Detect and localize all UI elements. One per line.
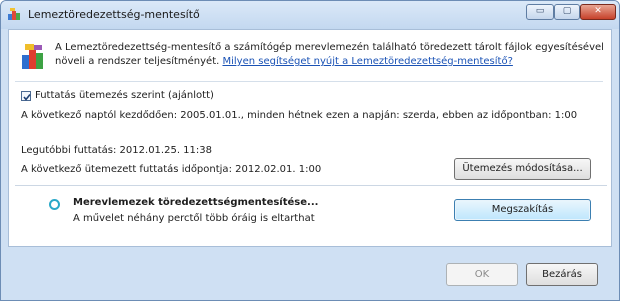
defrag-window: Lemeztöredezettség-mentesítő ▭ ▢ ✕ A Lem… [0, 0, 620, 301]
checkmark-icon [23, 93, 31, 101]
schedule-description: A következő naptól kezdődően: 2005.01.01… [21, 110, 578, 121]
help-link[interactable]: Milyen segítséget nyújt a Lemeztöredezet… [222, 56, 512, 67]
minimize-button[interactable]: ▭ [526, 4, 554, 20]
defrag-large-icon [22, 44, 43, 69]
progress-spinner-icon [49, 199, 60, 210]
description: A Lemeztöredezettség-mentesítő a számító… [55, 41, 605, 69]
defrag-app-icon [8, 8, 20, 20]
modify-schedule-button[interactable]: Ütemezés módosítása... [454, 158, 591, 180]
maximize-button[interactable]: ▢ [554, 4, 580, 20]
task-subtitle: A művelet néhány perctől több óráig is e… [73, 213, 315, 224]
content-panel: A Lemeztöredezettség-mentesítő a számító… [8, 29, 612, 247]
next-run-text: A következő ütemezett futtatás időpontja… [21, 164, 322, 175]
schedule-checkbox-label: Futtatás ütemezés szerint (ajánlott) [35, 90, 214, 101]
task-title: Merevlemezek töredezettségmentesítése... [73, 197, 319, 208]
schedule-checkbox[interactable] [21, 90, 31, 101]
close-window-button[interactable]: ✕ [580, 4, 616, 20]
last-run-text: Legutóbbi futtatás: 2012.01.25. 11:38 [21, 145, 212, 156]
maximize-icon: ▢ [562, 6, 572, 16]
close-button[interactable]: Bezárás [526, 263, 598, 286]
divider [15, 185, 607, 186]
schedule-checkbox-row[interactable]: Futtatás ütemezés szerint (ajánlott) [21, 90, 214, 101]
window-title: Lemeztöredezettség-mentesítő [28, 8, 200, 21]
minimize-icon: ▭ [535, 6, 545, 16]
title-bar[interactable]: Lemeztöredezettség-mentesítő ▭ ▢ ✕ [1, 1, 619, 29]
stop-button[interactable]: Megszakítás [454, 199, 591, 221]
separator [15, 81, 603, 82]
ok-button[interactable]: OK [446, 263, 518, 286]
close-icon: ✕ [594, 6, 602, 16]
